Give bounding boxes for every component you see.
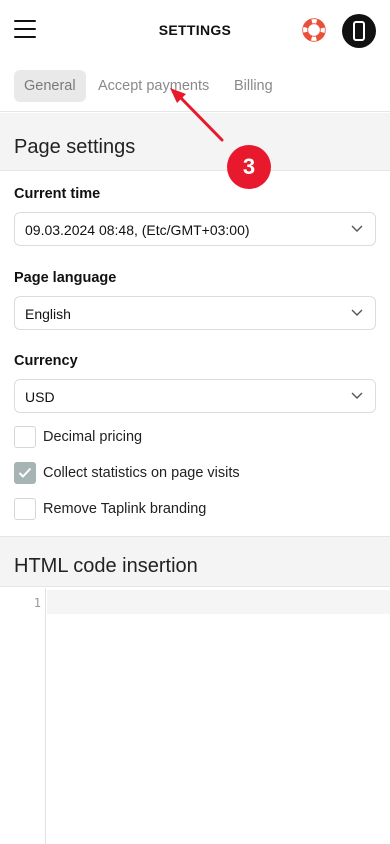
checkbox-box[interactable] [14, 498, 36, 520]
currency-label: Currency [14, 353, 78, 369]
tab-billing[interactable]: Billing [224, 70, 283, 102]
currency-value: USD [25, 389, 55, 405]
currency-select[interactable]: USD [14, 379, 376, 413]
lifebuoy-icon[interactable] [302, 18, 326, 42]
tab-accept-payments[interactable]: Accept payments [88, 70, 219, 102]
checkbox-label: Remove Taplink branding [43, 501, 207, 517]
chevron-down-icon [351, 309, 363, 316]
checkbox-box[interactable] [14, 426, 36, 448]
chevron-down-icon [351, 392, 363, 399]
line-number: 1 [33, 596, 41, 610]
top-bar: SETTINGS [0, 0, 390, 60]
checkmark-icon [18, 467, 32, 478]
page-language-select[interactable]: English [14, 296, 376, 330]
settings-tabs: General Accept payments Billing [0, 60, 390, 112]
page-settings-header: Page settings [0, 113, 390, 171]
page-title: SETTINGS [158, 22, 232, 38]
tab-general[interactable]: General [14, 70, 86, 102]
checkbox-label: Decimal pricing [43, 429, 143, 445]
current-time-value: 09.03.2024 08:48, (Etc/GMT+03:00) [25, 222, 250, 238]
checkbox-label: Collect statistics on page visits [43, 465, 240, 481]
page-language-label: Page language [14, 270, 117, 286]
line-number-gutter: 1 [0, 588, 46, 844]
mobile-phone-icon [353, 21, 365, 41]
mobile-preview-button[interactable] [342, 14, 376, 48]
page-language-value: English [25, 306, 71, 322]
html-code-header: HTML code insertion [0, 536, 390, 587]
current-time-select[interactable]: 09.03.2024 08:48, (Etc/GMT+03:00) [14, 212, 376, 246]
checkbox-box[interactable] [14, 462, 36, 484]
chevron-down-icon [351, 225, 363, 232]
code-line-active[interactable] [47, 590, 390, 614]
annotation-step-badge: 3 [227, 145, 271, 189]
section-title: HTML code insertion [14, 555, 198, 577]
current-time-label: Current time [14, 186, 101, 202]
html-code-editor[interactable]: 1 [0, 588, 390, 844]
section-title: Page settings [14, 136, 136, 158]
